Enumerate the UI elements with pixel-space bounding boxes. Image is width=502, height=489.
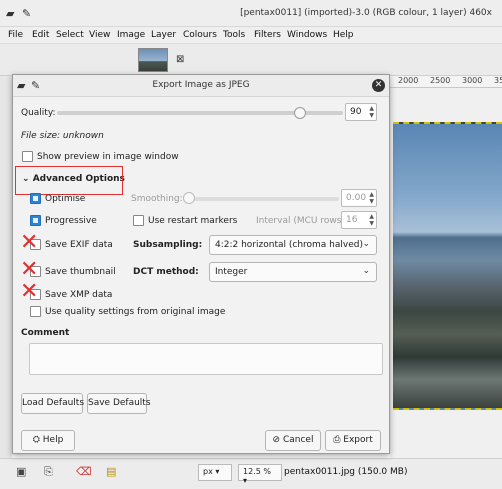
help-button[interactable]: ⛭ Help [21,430,75,451]
ruler-tick: 2500 [430,76,451,85]
menu-file[interactable]: File [8,30,23,40]
spin-up-icon[interactable]: ▲ [369,213,374,220]
quality-from-original-label: Use quality settings from original image [45,307,226,317]
progressive-label: Progressive [45,216,97,226]
optimise-checkbox[interactable] [30,193,41,204]
menu-view[interactable]: View [89,30,110,40]
show-preview-checkbox[interactable] [22,151,33,162]
progressive-checkbox[interactable] [30,215,41,226]
menu-select[interactable]: Select [56,30,84,40]
smoothing-slider[interactable] [183,197,339,201]
unit-select[interactable]: px ▾ [198,464,232,481]
smoothing-slider-handle[interactable] [183,192,195,204]
comment-label: Comment [21,328,70,338]
load-defaults-button[interactable]: Load Defaults [21,393,84,414]
spin-down-icon[interactable]: ▼ [369,112,374,119]
horizontal-ruler: 2000 2500 3000 3500 [390,76,502,88]
interval-label: Interval (MCU rows): [256,216,348,226]
menu-windows[interactable]: Windows [287,30,327,40]
dialog-titlebar: ▰ ✎ Export Image as JPEG ✕ [13,75,389,97]
spin-down-icon[interactable]: ▼ [369,220,374,227]
export-jpeg-dialog: ▰ ✎ Export Image as JPEG ✕ Quality: 90 ▲… [12,74,390,454]
window-title: [pentax0011] (imported)-3.0 (RGB colour,… [240,8,492,18]
interval-spinbox[interactable]: 16 ▲ ▼ [341,211,377,229]
smoothing-spinbox[interactable]: 0.00 ▲ ▼ [341,189,377,207]
menu-tools[interactable]: Tools [223,30,245,40]
cancel-button[interactable]: ⊘ Cancel [265,430,321,451]
menu-layer[interactable]: Layer [151,30,176,40]
ruler-tick: 3000 [462,76,483,85]
delete-icon[interactable]: ⌫ [76,465,92,478]
statusbar: ▣ ⎘ ⌫ ▤ px ▾ 12.5 % ▾ pentax0011.jpg (15… [0,458,502,489]
window-titlebar: ▰ ✎ [pentax0011] (imported)-3.0 (RGB col… [0,0,502,27]
menu-colours[interactable]: Colours [183,30,217,40]
show-preview-label: Show preview in image window [37,152,179,162]
save-exif-label: Save EXIF data [45,240,113,250]
image-canvas[interactable] [393,122,502,410]
zoom-select[interactable]: 12.5 % ▾ [238,464,282,485]
save-icon[interactable]: ▣ [16,465,26,478]
dialog-title: Export Image as JPEG [152,80,250,90]
annotation-rectangle [15,166,123,195]
ruler-tick: 3500 [494,76,502,85]
quality-spinbox[interactable]: 90 ▲ ▼ [345,103,377,121]
annotation-cross: ✕ [20,279,39,304]
export-button[interactable]: ⎙ Export [325,430,381,451]
restart-markers-checkbox[interactable] [133,215,144,226]
menu-help[interactable]: Help [333,30,354,40]
dct-method-label: DCT method: [133,267,199,277]
help-icon: ⛭ [32,435,40,445]
subsampling-select[interactable]: 4:2:2 horizontal (chroma halved) ⌄ [209,235,377,255]
quality-slider-handle[interactable] [294,107,306,119]
optimise-label: Optimise [45,194,86,204]
export-icon[interactable]: ⎘ [44,465,53,479]
file-size-label: File size: unknown [21,131,104,141]
spin-up-icon[interactable]: ▲ [369,105,374,112]
ruler-tick: 2000 [398,76,419,85]
annotation-cross: ✕ [20,230,39,255]
quality-from-original-checkbox[interactable] [30,306,41,317]
image-tabs: ⊠ [0,44,502,76]
subsampling-label: Subsampling: [133,240,203,250]
chevron-down-icon: ⌄ [362,266,370,276]
file-info: pentax0011.jpg (150.0 MB) [284,467,408,477]
quality-label: Quality: [21,108,56,118]
close-tab-icon[interactable]: ⊠ [176,54,184,65]
spin-up-icon[interactable]: ▲ [369,191,374,198]
restart-markers-label: Use restart markers [148,216,238,226]
menu-filters[interactable]: Filters [254,30,281,40]
dct-method-select[interactable]: Integer ⌄ [209,262,377,282]
save-xmp-label: Save XMP data [45,290,113,300]
annotation-cross: ✕ [20,257,39,282]
spin-down-icon[interactable]: ▼ [369,198,374,205]
app-icon: ▰ [6,7,15,20]
menubar: File Edit Select View Image Layer Colour… [0,27,502,44]
comment-textarea[interactable] [29,343,383,375]
chevron-down-icon: ⌄ [362,239,370,249]
cancel-icon: ⊘ [272,435,281,445]
save-thumbnail-label: Save thumbnail [45,267,116,277]
toolbox-strip [0,76,12,458]
pin-icon[interactable]: ✎ [22,7,31,20]
save-defaults-button[interactable]: Save Defaults [87,393,151,414]
export-icon: ⎙ [333,435,341,445]
menu-image[interactable]: Image [117,30,145,40]
image-tab-thumbnail[interactable] [138,48,168,72]
menu-edit[interactable]: Edit [32,30,49,40]
dialog-close-icon[interactable]: ✕ [372,79,385,92]
smoothing-label: Smoothing: [131,194,183,204]
reset-icon[interactable]: ▤ [106,465,116,478]
